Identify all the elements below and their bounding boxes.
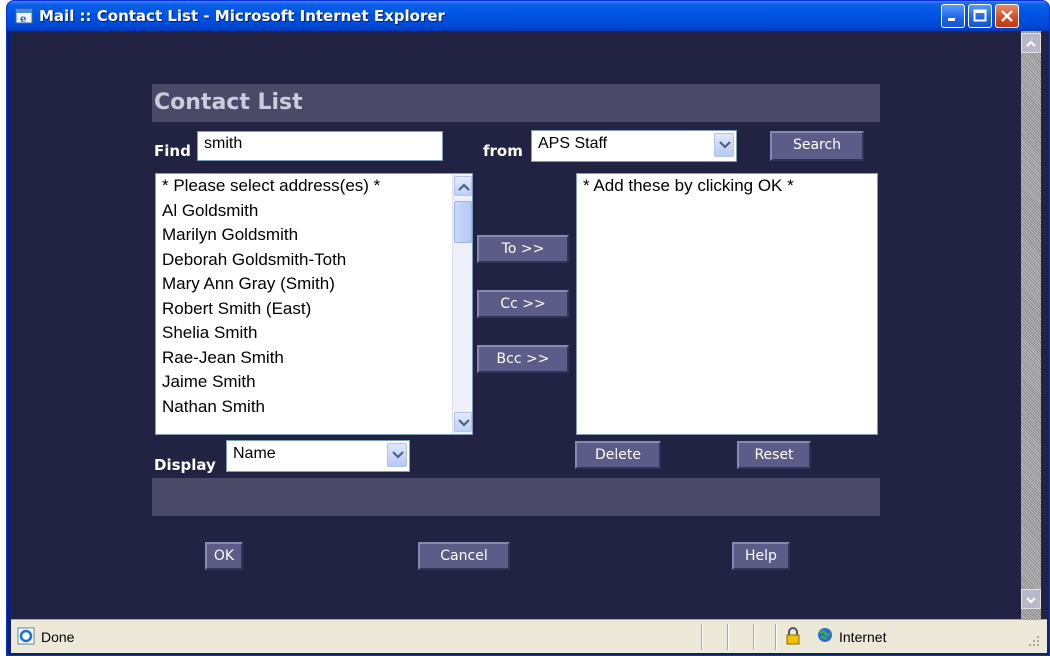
list-item[interactable]: Nathan Smith xyxy=(156,395,472,420)
list-item[interactable]: Marilyn Goldsmith xyxy=(156,223,472,248)
list-item[interactable]: Robert Smith (East) xyxy=(156,297,472,322)
from-selected-value: APS Staff xyxy=(538,135,608,152)
title-bar[interactable]: e Mail :: Contact List - Microsoft Inter… xyxy=(7,1,1049,31)
list-item[interactable]: * Please select address(es) * xyxy=(156,174,472,199)
globe-icon xyxy=(818,628,832,642)
status-divider xyxy=(727,624,729,650)
lock-icon xyxy=(786,627,800,645)
to-button[interactable]: To >> xyxy=(477,235,569,263)
ok-button[interactable]: OK xyxy=(205,542,243,570)
status-divider xyxy=(701,624,703,650)
security-zone: Internet xyxy=(839,629,887,645)
find-label: Find xyxy=(154,142,191,160)
scroll-up-button[interactable] xyxy=(1021,33,1041,53)
list-scroll-up-button[interactable] xyxy=(454,176,472,196)
cc-button[interactable]: Cc >> xyxy=(477,290,569,318)
selected-recipients-listbox[interactable]: * Add these by clicking OK * xyxy=(576,173,878,435)
chevron-down-icon xyxy=(392,451,404,459)
scroll-thumb[interactable] xyxy=(454,201,472,243)
find-input[interactable]: smith xyxy=(197,131,443,161)
close-icon xyxy=(1001,10,1013,22)
from-select[interactable]: APS Staff xyxy=(531,130,737,162)
arrow-up-icon xyxy=(1026,40,1036,47)
display-label: Display xyxy=(154,456,216,474)
list-scroll-down-button[interactable] xyxy=(454,412,472,432)
list-item[interactable]: Shelia Smith xyxy=(156,321,472,346)
status-divider xyxy=(775,624,777,650)
list-item[interactable]: Al Goldsmith xyxy=(156,199,472,224)
resize-grip-icon[interactable] xyxy=(1027,634,1041,648)
maximize-icon xyxy=(973,9,987,22)
maximize-button[interactable] xyxy=(968,4,992,28)
chevron-down-icon xyxy=(719,141,731,149)
scroll-down-button[interactable] xyxy=(1021,589,1041,609)
svg-text:e: e xyxy=(20,14,26,25)
address-listbox[interactable]: * Please select address(es) * Al Goldsmi… xyxy=(155,173,473,435)
close-button[interactable] xyxy=(995,4,1019,28)
page-scrollbar[interactable] xyxy=(1021,31,1041,619)
help-button[interactable]: Help xyxy=(732,542,790,570)
dropdown-button[interactable] xyxy=(714,133,734,157)
search-button[interactable]: Search xyxy=(770,131,864,161)
delete-button[interactable]: Delete xyxy=(575,441,661,469)
listbox-scrollbar[interactable] xyxy=(452,174,472,434)
footer-panel xyxy=(152,478,880,516)
minimize-icon xyxy=(948,18,955,21)
page-title: Contact List xyxy=(154,90,303,115)
display-select[interactable]: Name xyxy=(226,440,410,472)
minimize-button[interactable] xyxy=(941,4,965,28)
status-text: Done xyxy=(41,629,75,645)
window-title: Mail :: Contact List - Microsoft Interne… xyxy=(39,7,445,25)
cancel-button[interactable]: Cancel xyxy=(418,542,510,570)
arrow-down-icon xyxy=(1026,597,1036,604)
dropdown-button[interactable] xyxy=(387,443,407,467)
list-item[interactable]: Jaime Smith xyxy=(156,370,472,395)
list-item[interactable]: Rae-Jean Smith xyxy=(156,346,472,371)
from-label: from xyxy=(483,142,523,160)
display-selected-value: Name xyxy=(233,445,276,462)
chevron-down-icon xyxy=(458,419,470,427)
status-bar: Done Internet xyxy=(11,619,1047,653)
bcc-button[interactable]: Bcc >> xyxy=(477,345,569,373)
reset-button[interactable]: Reset xyxy=(737,441,811,469)
list-item[interactable]: * Add these by clicking OK * xyxy=(577,174,877,199)
list-item[interactable]: Mary Ann Gray (Smith) xyxy=(156,272,472,297)
chevron-up-icon xyxy=(458,183,470,191)
page-icon xyxy=(17,627,35,645)
status-divider xyxy=(753,624,755,650)
list-item[interactable]: Deborah Goldsmith-Toth xyxy=(156,248,472,273)
ie-icon: e xyxy=(15,8,33,25)
